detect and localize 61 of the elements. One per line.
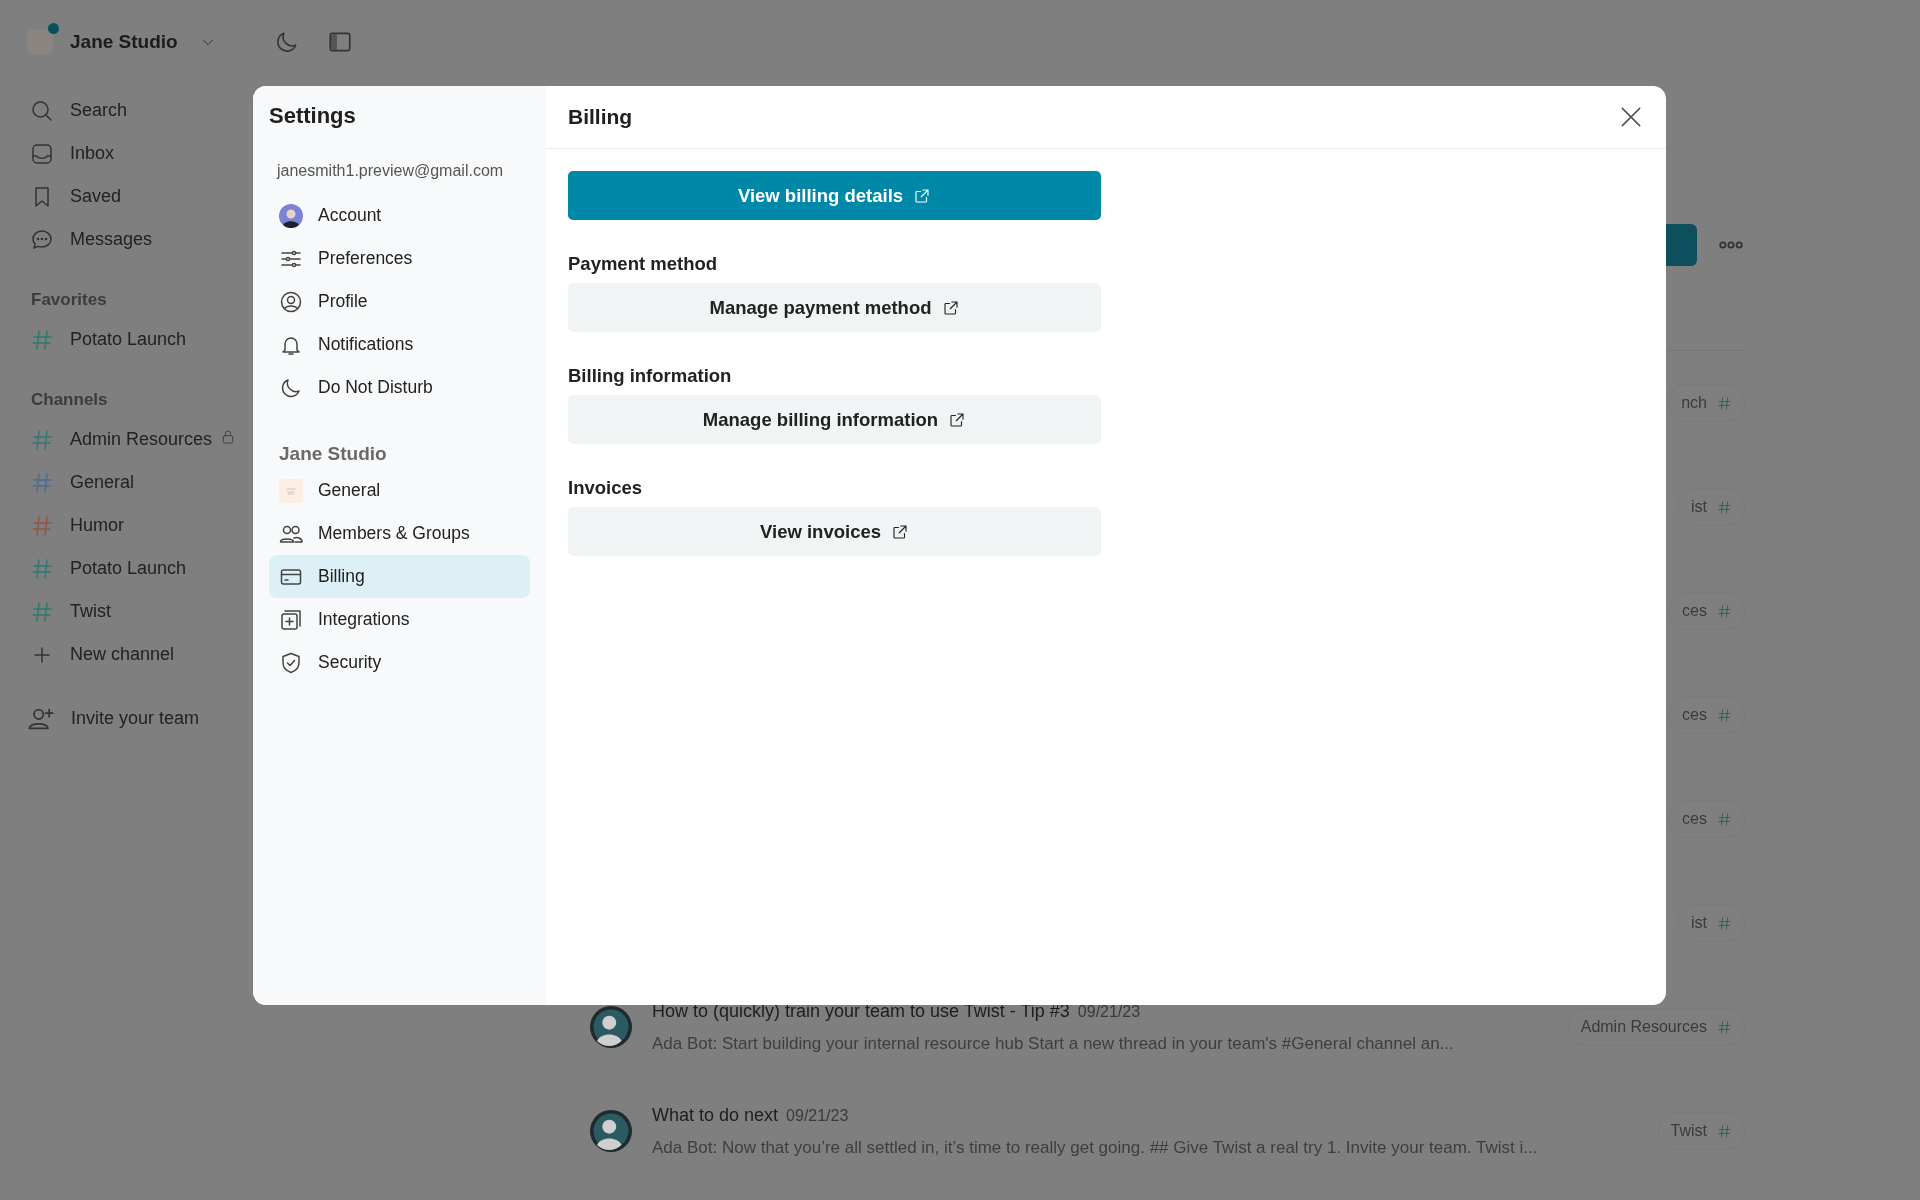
- thread-title[interactable]: What to do next: [652, 1104, 779, 1125]
- channel-tag[interactable]: ist: [1678, 904, 1745, 942]
- channel-tag[interactable]: ces: [1669, 592, 1745, 630]
- search-icon: [30, 98, 54, 123]
- hash-icon: [1717, 811, 1732, 827]
- workspace-logo[interactable]: [27, 29, 53, 55]
- shield-icon: [279, 650, 303, 675]
- workspace-logo: [279, 478, 303, 503]
- avatar-icon: [590, 1006, 632, 1048]
- settings-menu-item[interactable]: Preferences: [269, 237, 530, 280]
- hash-icon: [1717, 395, 1732, 411]
- hash-icon: [1717, 915, 1732, 931]
- section-label: Payment method: [568, 252, 719, 274]
- section-heading: Jane Studio: [278, 441, 387, 466]
- chat-icon: [30, 227, 54, 252]
- user-icon: [279, 289, 303, 314]
- avatar-icon: [279, 203, 303, 228]
- invite-link[interactable]: Invite your team: [27, 697, 380, 740]
- channel-tag[interactable]: ces: [1669, 696, 1745, 734]
- section-label: Billing information: [568, 364, 733, 386]
- section-label: Invoices: [568, 476, 644, 498]
- channel-tag[interactable]: Twist: [1657, 1112, 1745, 1150]
- hash-icon: [1717, 603, 1732, 619]
- settings-menu-item[interactable]: Members & Groups: [269, 512, 530, 555]
- plus-square-icon: [279, 607, 303, 632]
- channel-tag[interactable]: ist: [1678, 488, 1745, 526]
- external-link-icon: [891, 522, 909, 541]
- hash-icon: [1717, 1019, 1732, 1035]
- thread-date: 09/21/23: [786, 1106, 849, 1124]
- hash-icon: [1717, 499, 1732, 515]
- external-link-icon: [948, 410, 967, 429]
- thread-preview: Ada Bot: Now that you’re all settled in, it’s time to really get going. ## Give Twist a real try 1. Invite your team. Twist i...: [652, 1136, 1539, 1159]
- external-link-icon: [941, 298, 960, 317]
- channel-tag[interactable]: nch: [1668, 384, 1745, 422]
- avatar-icon: [590, 1110, 632, 1152]
- manage-button[interactable]: Manage billing information: [568, 395, 1101, 444]
- thread-date: 09/21/23: [1077, 1002, 1141, 1020]
- settings-menu-item[interactable]: Security: [269, 641, 530, 684]
- settings-menu-item[interactable]: Billing: [269, 555, 530, 598]
- channel-tag[interactable]: ces: [1669, 800, 1745, 838]
- hash-icon: [1717, 707, 1732, 723]
- account-email: janesmith1.preview@gmail.com: [275, 161, 505, 181]
- settings-menu-item[interactable]: General: [269, 469, 530, 512]
- external-link-icon: [913, 186, 932, 205]
- thread-preview: Ada Bot: Start building your internal resource hub Start a new thread in your team's #General channel an...: [652, 1032, 1455, 1055]
- view-billing-button[interactable]: View billing details: [568, 171, 1101, 220]
- settings-menu-item[interactable]: Profile: [269, 280, 530, 323]
- settings-menu-item[interactable]: Do Not Disturb: [269, 366, 530, 409]
- inbox-icon: [30, 141, 54, 166]
- settings-menu-item[interactable]: Integrations: [269, 598, 530, 641]
- settings-menu-item[interactable]: Account: [269, 194, 530, 237]
- channel-tag[interactable]: Admin Resources: [1567, 1008, 1745, 1046]
- workspace-name[interactable]: Jane Studio: [70, 27, 178, 57]
- section-heading: Channels: [30, 389, 108, 412]
- section-heading: Favorites: [30, 289, 107, 312]
- manage-button[interactable]: Manage payment method: [568, 283, 1101, 332]
- hash-icon: [1717, 1123, 1732, 1139]
- settings-menu-item[interactable]: Notifications: [269, 323, 530, 366]
- page-title: Billing: [568, 104, 633, 131]
- dialog-title: Settings: [269, 101, 357, 130]
- manage-button[interactable]: View invoices: [568, 507, 1101, 556]
